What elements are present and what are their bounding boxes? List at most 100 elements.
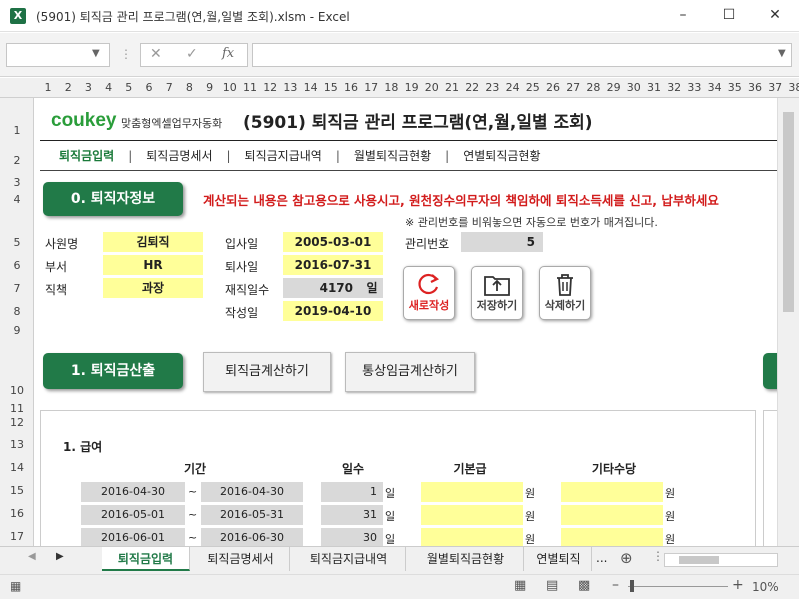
row-6[interactable]: 6 — [0, 259, 34, 272]
zoom-in-icon[interactable]: + — [732, 577, 744, 593]
chevron-down-icon[interactable]: ▼ — [92, 48, 100, 59]
menu-item-2[interactable]: 퇴직금명세서 — [146, 149, 212, 163]
leave-date-value[interactable]: 2016-07-31 — [283, 255, 383, 275]
wage-from-date[interactable]: 2016-04-30 — [81, 482, 185, 502]
maximize-icon[interactable]: ☐ — [706, 0, 752, 32]
zoom-slider-handle[interactable] — [630, 580, 634, 592]
column-14[interactable]: 14 — [301, 81, 321, 94]
column-25[interactable]: 25 — [523, 81, 543, 94]
formula-input[interactable] — [252, 43, 792, 67]
column-30[interactable]: 30 — [624, 81, 644, 94]
column-20[interactable]: 20 — [422, 81, 442, 94]
section-edge-button[interactable] — [763, 353, 777, 389]
vertical-scrollbar[interactable] — [777, 98, 799, 546]
column-33[interactable]: 33 — [684, 81, 704, 94]
column-32[interactable]: 32 — [664, 81, 684, 94]
column-34[interactable]: 34 — [705, 81, 725, 94]
row-10[interactable]: 10 — [0, 384, 34, 397]
column-38[interactable]: 38 — [785, 81, 799, 94]
check-icon[interactable]: ✓ — [186, 46, 198, 62]
menu-item-4[interactable]: 월별퇴직금현황 — [354, 149, 431, 163]
tab-3[interactable]: 퇴직금지급내역 — [292, 547, 406, 571]
tab-next-icon[interactable]: ▶ — [56, 551, 64, 562]
wage-from-date[interactable]: 2016-05-01 — [81, 505, 185, 525]
menu-item-1[interactable]: 퇴직금입력 — [59, 149, 114, 163]
section-severance-calc-button[interactable]: 1. 퇴직금산출 — [43, 353, 183, 389]
column-4[interactable]: 4 — [99, 81, 119, 94]
base-pay-input[interactable] — [421, 482, 523, 502]
other-allowance-input[interactable] — [561, 528, 663, 546]
row-1[interactable]: 1 — [0, 124, 34, 137]
column-35[interactable]: 35 — [725, 81, 745, 94]
expand-formula-icon[interactable]: ▼ — [778, 48, 786, 59]
join-date-value[interactable]: 2005-03-01 — [283, 232, 383, 252]
wage-to-date[interactable]: 2016-06-30 — [201, 528, 303, 546]
page-layout-icon[interactable]: ▤ — [546, 578, 558, 593]
column-9[interactable]: 9 — [200, 81, 220, 94]
column-21[interactable]: 21 — [442, 81, 462, 94]
column-27[interactable]: 27 — [563, 81, 583, 94]
column-36[interactable]: 36 — [745, 81, 765, 94]
worksheet[interactable]: coukey 맞춤형엑셀업무자동화 (5901) 퇴직금 관리 프로그램(연,월… — [35, 98, 777, 546]
wage-to-date[interactable]: 2016-04-30 — [201, 482, 303, 502]
row-4[interactable]: 4 — [0, 193, 34, 206]
base-pay-input[interactable] — [421, 528, 523, 546]
row-15[interactable]: 15 — [0, 484, 34, 497]
tab-more[interactable]: ... — [596, 551, 607, 565]
minimize-icon[interactable]: – — [660, 0, 706, 32]
scroll-thumb[interactable] — [783, 112, 794, 312]
macro-record-icon[interactable]: ▦ — [10, 579, 21, 593]
column-11[interactable]: 11 — [240, 81, 260, 94]
column-3[interactable]: 3 — [78, 81, 98, 94]
column-5[interactable]: 5 — [119, 81, 139, 94]
row-17[interactable]: 17 — [0, 530, 34, 543]
column-23[interactable]: 23 — [482, 81, 502, 94]
column-29[interactable]: 29 — [604, 81, 624, 94]
other-allowance-input[interactable] — [561, 505, 663, 525]
column-16[interactable]: 16 — [341, 81, 361, 94]
dept-value[interactable]: HR — [103, 255, 203, 275]
row-3[interactable]: 3 — [0, 176, 34, 189]
base-pay-input[interactable] — [421, 505, 523, 525]
row-7[interactable]: 7 — [0, 282, 34, 295]
column-13[interactable]: 13 — [280, 81, 300, 94]
add-sheet-icon[interactable]: ⊕ — [620, 549, 633, 567]
column-37[interactable]: 37 — [765, 81, 785, 94]
normal-view-icon[interactable]: ▦ — [514, 578, 526, 593]
zoom-out-icon[interactable]: – — [612, 577, 619, 593]
row-5[interactable]: 5 — [0, 236, 34, 249]
wage-to-date[interactable]: 2016-05-31 — [201, 505, 303, 525]
tab-2[interactable]: 퇴직금명세서 — [192, 547, 290, 571]
written-date-value[interactable]: 2019-04-10 — [283, 301, 383, 321]
close-icon[interactable]: ✕ — [752, 0, 798, 32]
column-12[interactable]: 12 — [260, 81, 280, 94]
section-retiree-info-button[interactable]: 0. 퇴직자정보 — [43, 182, 183, 216]
column-18[interactable]: 18 — [381, 81, 401, 94]
row-11[interactable]: 11 — [0, 402, 34, 415]
wage-from-date[interactable]: 2016-06-01 — [81, 528, 185, 546]
column-31[interactable]: 31 — [644, 81, 664, 94]
calc-ordinary-wage-button[interactable]: 통상임금계산하기 — [345, 352, 475, 392]
row-2[interactable]: 2 — [0, 154, 34, 167]
column-28[interactable]: 28 — [583, 81, 603, 94]
column-19[interactable]: 19 — [402, 81, 422, 94]
name-value[interactable]: 김퇴직 — [103, 232, 203, 252]
row-8[interactable]: 8 — [0, 305, 34, 318]
column-26[interactable]: 26 — [543, 81, 563, 94]
menu-item-5[interactable]: 연별퇴직금현황 — [463, 149, 540, 163]
column-6[interactable]: 6 — [139, 81, 159, 94]
row-14[interactable]: 14 — [0, 461, 34, 474]
tab-prev-icon[interactable]: ◀ — [28, 551, 36, 562]
row-12[interactable]: 12 — [0, 416, 34, 429]
menu-item-3[interactable]: 퇴직금지급내역 — [245, 149, 322, 163]
column-2[interactable]: 2 — [58, 81, 78, 94]
new-button[interactable]: 새로작성 — [403, 266, 455, 320]
column-1[interactable]: 1 — [38, 81, 58, 94]
row-13[interactable]: 13 — [0, 438, 34, 451]
other-allowance-input[interactable] — [561, 482, 663, 502]
row-9[interactable]: 9 — [0, 324, 34, 337]
page-break-icon[interactable]: ▩ — [578, 578, 590, 593]
calc-severance-button[interactable]: 퇴직금계산하기 — [203, 352, 331, 392]
horizontal-scrollbar[interactable] — [664, 553, 778, 567]
column-8[interactable]: 8 — [179, 81, 199, 94]
